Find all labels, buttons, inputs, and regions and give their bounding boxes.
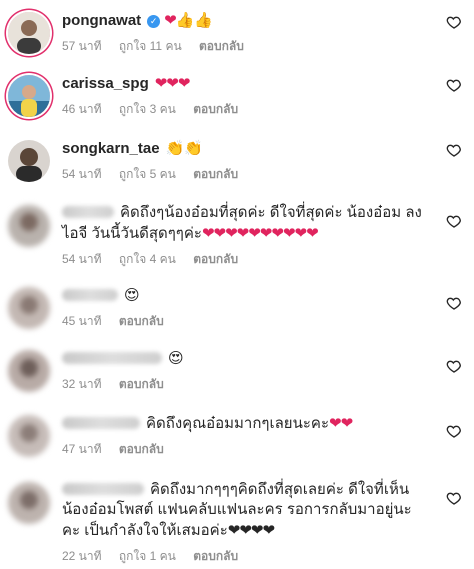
comment-text: ❤❤❤ [154, 74, 191, 92]
heart-outline-icon[interactable] [446, 490, 462, 506]
heart-outline-icon[interactable] [446, 14, 462, 30]
comment-likes[interactable]: ถูกใจ 4 คน [119, 252, 176, 266]
verified-badge-icon: ✓ [147, 15, 161, 28]
avatar[interactable] [8, 287, 50, 329]
heart-outline-icon[interactable] [446, 213, 462, 229]
comment-likes[interactable]: ถูกใจ 5 คน [119, 167, 176, 181]
comment-time: 54 นาที [62, 167, 102, 181]
heart-outline-icon[interactable] [446, 358, 462, 374]
heart-outline-icon[interactable] [446, 423, 462, 439]
comment-likes[interactable]: ถูกใจ 3 คน [119, 102, 176, 116]
comment-time: 54 นาที [62, 252, 102, 266]
avatar[interactable] [8, 12, 50, 54]
comment-text: ❤👍👍 [164, 11, 214, 29]
avatar[interactable] [8, 350, 50, 392]
reply-button[interactable]: ตอบกลับ [193, 549, 238, 563]
comments-list: pongnawat ✓ ❤👍👍 57 นาที ถูกใจ 11 คน ตอบกลั… [0, 0, 474, 569]
comment-username[interactable]: songkarn_tae [62, 140, 160, 157]
reply-button[interactable]: ตอบกลับ [119, 314, 164, 328]
comment-time: 22 นาที [62, 549, 102, 563]
comment-time: 45 นาที [62, 314, 102, 328]
comment-username[interactable]: carissa_spg [62, 75, 149, 92]
blurred-username[interactable] [62, 483, 144, 495]
comment-time: 57 นาที [62, 39, 102, 53]
heart-outline-icon[interactable] [446, 77, 462, 93]
avatar[interactable] [8, 205, 50, 247]
blurred-username[interactable] [62, 417, 140, 429]
avatar[interactable] [8, 415, 50, 457]
comment-likes[interactable]: ถูกใจ 11 คน [119, 39, 182, 53]
heart-outline-icon[interactable] [446, 295, 462, 311]
avatar[interactable] [8, 140, 50, 182]
reply-button[interactable]: ตอบกลับ [199, 39, 244, 53]
reply-button[interactable]: ตอบกลับ [193, 167, 238, 181]
comment-likes[interactable]: ถูกใจ 1 คน [119, 549, 176, 563]
comment-time: 46 นาที [62, 102, 102, 116]
comment-time: 47 นาที [62, 442, 102, 456]
reply-button[interactable]: ตอบกลับ [193, 102, 238, 116]
comment-time: 32 นาที [62, 377, 102, 391]
comment-emoji: ❤❤❤❤❤❤❤❤❤❤ [201, 224, 319, 242]
avatar[interactable] [8, 75, 50, 117]
reply-button[interactable]: ตอบกลับ [119, 377, 164, 391]
comment-text: 😍 [124, 286, 140, 304]
comment-username[interactable]: pongnawat [62, 12, 141, 29]
heart-outline-icon[interactable] [446, 142, 462, 158]
comment-emoji: ❤❤ [329, 414, 353, 432]
reply-button[interactable]: ตอบกลับ [119, 442, 164, 456]
comment-text: คิดถึงคุณอ๋อมมากๆเลยนะคะ [146, 415, 329, 432]
blurred-username[interactable] [62, 206, 114, 218]
blurred-username[interactable] [62, 289, 118, 301]
comment-emoji: ❤❤❤❤ [227, 521, 275, 539]
blurred-username[interactable] [62, 352, 162, 364]
comment-text: 😍 [168, 349, 184, 367]
comment-text: 👏👏 [165, 139, 203, 157]
reply-button[interactable]: ตอบกลับ [193, 252, 238, 266]
avatar[interactable] [8, 482, 50, 524]
